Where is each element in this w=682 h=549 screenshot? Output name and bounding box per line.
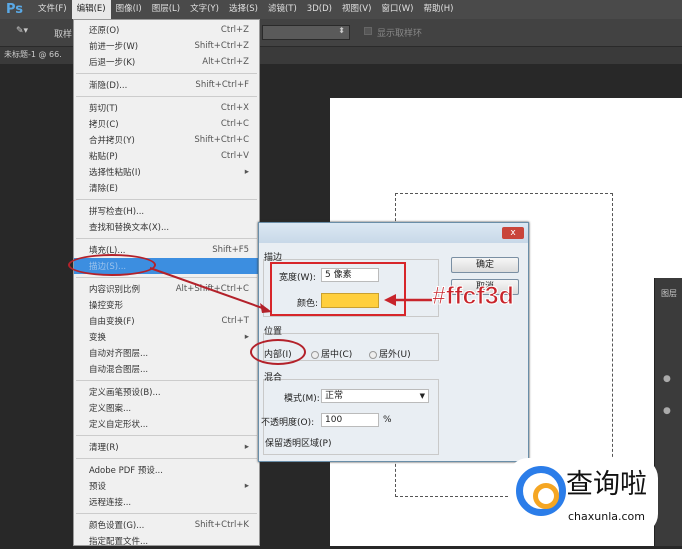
watermark-title: 查询啦 bbox=[566, 469, 647, 500]
watermark-logo-icon bbox=[516, 466, 566, 516]
hex-annotation: #ffcf3d bbox=[432, 282, 515, 311]
watermark-url: chaxunla.com bbox=[568, 510, 645, 523]
watermark: 查询啦 chaxunla.com bbox=[508, 458, 658, 534]
